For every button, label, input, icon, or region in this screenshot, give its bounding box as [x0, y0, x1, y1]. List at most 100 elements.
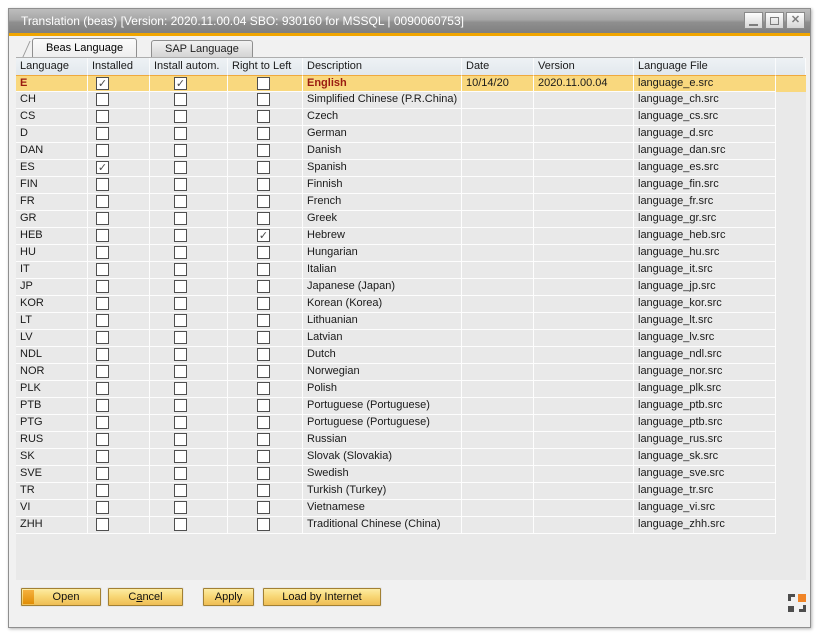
column-header-date[interactable]: Date — [462, 58, 534, 75]
right-to-left-checkbox[interactable] — [257, 348, 270, 361]
install-autom-checkbox[interactable] — [174, 110, 187, 123]
right-to-left-checkbox[interactable] — [257, 178, 270, 191]
table-row[interactable]: DANDanishlanguage_dan.src — [16, 143, 806, 160]
installed-checkbox[interactable] — [96, 518, 109, 531]
titlebar[interactable]: Translation (beas) [Version: 2020.11.00.… — [9, 9, 810, 33]
installed-checkbox[interactable] — [96, 297, 109, 310]
right-to-left-checkbox[interactable] — [257, 331, 270, 344]
install-autom-checkbox[interactable] — [174, 348, 187, 361]
right-to-left-checkbox[interactable] — [257, 263, 270, 276]
table-row[interactable]: LVLatvianlanguage_lv.src — [16, 330, 806, 347]
install-autom-checkbox[interactable] — [174, 161, 187, 174]
installed-checkbox[interactable] — [96, 484, 109, 497]
right-to-left-checkbox[interactable] — [257, 127, 270, 140]
table-row[interactable]: SVESwedishlanguage_sve.src — [16, 466, 806, 483]
column-header-right-to-left[interactable]: Right to Left — [228, 58, 303, 75]
installed-checkbox[interactable] — [96, 195, 109, 208]
install-autom-checkbox[interactable] — [174, 212, 187, 225]
install-autom-checkbox[interactable] — [174, 297, 187, 310]
right-to-left-checkbox[interactable] — [257, 246, 270, 259]
table-row[interactable]: TRTurkish (Turkey)language_tr.src — [16, 483, 806, 500]
right-to-left-checkbox[interactable] — [257, 161, 270, 174]
right-to-left-checkbox[interactable] — [257, 110, 270, 123]
install-autom-checkbox[interactable] — [174, 484, 187, 497]
right-to-left-checkbox[interactable] — [257, 484, 270, 497]
install-autom-checkbox[interactable] — [174, 501, 187, 514]
install-autom-checkbox[interactable] — [174, 195, 187, 208]
table-row[interactable]: FINFinnishlanguage_fin.src — [16, 177, 806, 194]
tab-beas-language[interactable]: Beas Language — [32, 38, 137, 57]
table-row[interactable]: ITItalianlanguage_it.src — [16, 262, 806, 279]
installed-checkbox[interactable] — [96, 280, 109, 293]
install-autom-checkbox[interactable]: ✓ — [174, 77, 187, 90]
table-row[interactable]: PLKPolishlanguage_plk.src — [16, 381, 806, 398]
right-to-left-checkbox[interactable] — [257, 450, 270, 463]
table-row[interactable]: CSCzechlanguage_cs.src — [16, 109, 806, 126]
installed-checkbox[interactable] — [96, 229, 109, 242]
installed-checkbox[interactable] — [96, 178, 109, 191]
right-to-left-checkbox[interactable] — [257, 433, 270, 446]
right-to-left-checkbox[interactable] — [257, 467, 270, 480]
maximize-button[interactable] — [765, 12, 784, 29]
column-header-install-autom[interactable]: Install autom. — [150, 58, 228, 75]
install-autom-checkbox[interactable] — [174, 399, 187, 412]
install-autom-checkbox[interactable] — [174, 280, 187, 293]
column-header-language-file[interactable]: Language File — [634, 58, 776, 75]
table-row[interactable]: ES✓Spanishlanguage_es.src — [16, 160, 806, 177]
table-row[interactable]: VIVietnameselanguage_vi.src — [16, 500, 806, 517]
table-row[interactable]: ZHHTraditional Chinese (China)language_z… — [16, 517, 806, 534]
installed-checkbox[interactable] — [96, 144, 109, 157]
column-header-version[interactable]: Version — [534, 58, 634, 75]
install-autom-checkbox[interactable] — [174, 246, 187, 259]
right-to-left-checkbox[interactable] — [257, 280, 270, 293]
right-to-left-checkbox[interactable] — [257, 144, 270, 157]
right-to-left-checkbox[interactable] — [257, 77, 270, 90]
install-autom-checkbox[interactable] — [174, 382, 187, 395]
load-by-internet-button[interactable]: Load by Internet — [263, 588, 381, 606]
minimize-button[interactable] — [744, 12, 763, 29]
installed-checkbox[interactable] — [96, 212, 109, 225]
install-autom-checkbox[interactable] — [174, 263, 187, 276]
right-to-left-checkbox[interactable]: ✓ — [257, 229, 270, 242]
right-to-left-checkbox[interactable] — [257, 399, 270, 412]
install-autom-checkbox[interactable] — [174, 178, 187, 191]
table-row[interactable]: KORKorean (Korea)language_kor.src — [16, 296, 806, 313]
install-autom-checkbox[interactable] — [174, 467, 187, 480]
installed-checkbox[interactable] — [96, 450, 109, 463]
installed-checkbox[interactable] — [96, 365, 109, 378]
install-autom-checkbox[interactable] — [174, 450, 187, 463]
column-header-language[interactable]: Language — [16, 58, 88, 75]
close-button[interactable]: ✕ — [786, 12, 805, 29]
install-autom-checkbox[interactable] — [174, 144, 187, 157]
installed-checkbox[interactable] — [96, 467, 109, 480]
installed-checkbox[interactable] — [96, 127, 109, 140]
right-to-left-checkbox[interactable] — [257, 195, 270, 208]
install-autom-checkbox[interactable] — [174, 331, 187, 344]
right-to-left-checkbox[interactable] — [257, 416, 270, 429]
table-row[interactable]: HEB✓Hebrewlanguage_heb.src — [16, 228, 806, 245]
install-autom-checkbox[interactable] — [174, 127, 187, 140]
right-to-left-checkbox[interactable] — [257, 212, 270, 225]
table-row[interactable]: NDLDutchlanguage_ndl.src — [16, 347, 806, 364]
installed-checkbox[interactable] — [96, 110, 109, 123]
right-to-left-checkbox[interactable] — [257, 297, 270, 310]
install-autom-checkbox[interactable] — [174, 416, 187, 429]
installed-checkbox[interactable] — [96, 331, 109, 344]
table-row[interactable]: HUHungarianlanguage_hu.src — [16, 245, 806, 262]
table-row[interactable]: JPJapanese (Japan)language_jp.src — [16, 279, 806, 296]
right-to-left-checkbox[interactable] — [257, 365, 270, 378]
right-to-left-checkbox[interactable] — [257, 518, 270, 531]
installed-checkbox[interactable] — [96, 263, 109, 276]
installed-checkbox[interactable] — [96, 246, 109, 259]
table-row[interactable]: PTBPortuguese (Portuguese)language_ptb.s… — [16, 398, 806, 415]
table-row[interactable]: RUSRussianlanguage_rus.src — [16, 432, 806, 449]
installed-checkbox[interactable] — [96, 501, 109, 514]
right-to-left-checkbox[interactable] — [257, 501, 270, 514]
install-autom-checkbox[interactable] — [174, 229, 187, 242]
table-row[interactable]: LTLithuanianlanguage_lt.src — [16, 313, 806, 330]
installed-checkbox[interactable] — [96, 416, 109, 429]
table-row[interactable]: E✓✓English10/14/202020.11.00.04language_… — [16, 75, 806, 92]
install-autom-checkbox[interactable] — [174, 365, 187, 378]
apply-button[interactable]: Apply — [203, 588, 254, 606]
table-row[interactable]: CHSimplified Chinese (P.R.China)language… — [16, 92, 806, 109]
